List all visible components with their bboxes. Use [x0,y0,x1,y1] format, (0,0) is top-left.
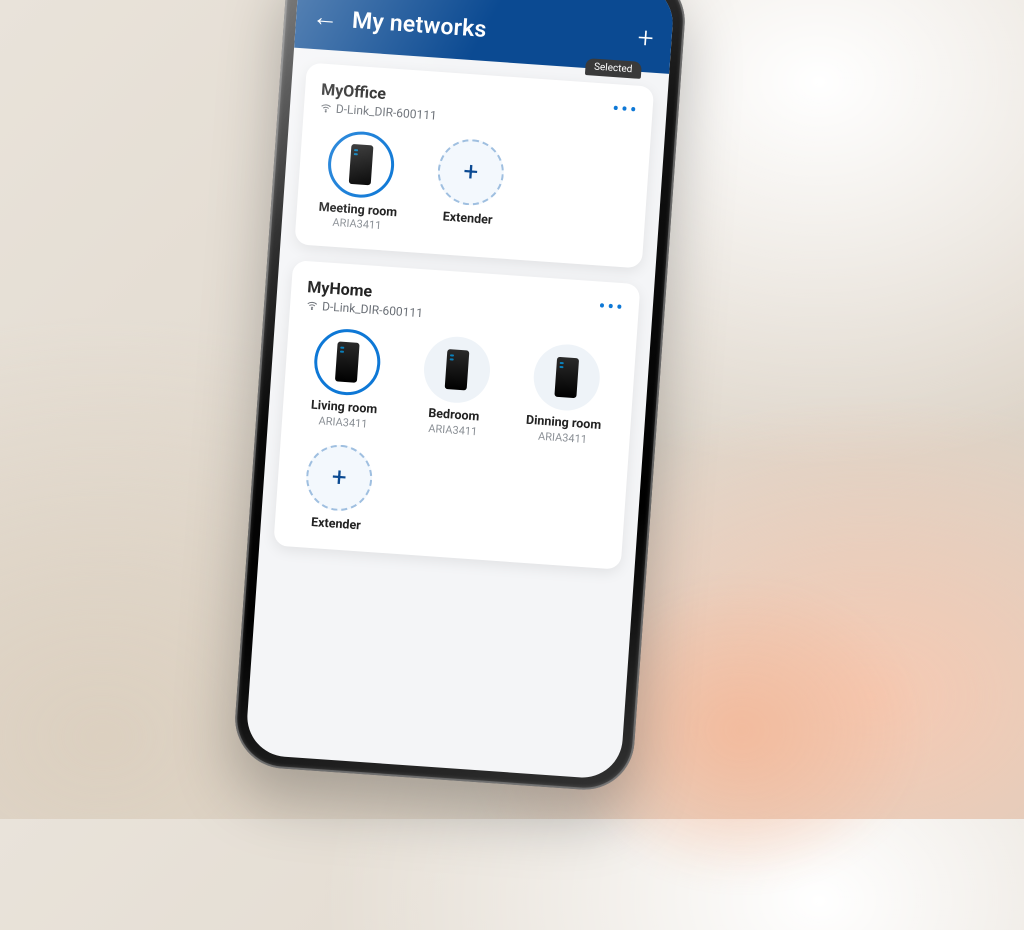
router-icon [349,144,374,185]
device-item[interactable]: Living room ARIA3411 [298,326,395,431]
wifi-icon [320,102,333,115]
router-icon [554,357,579,398]
extender-label: Extender [422,208,513,229]
phone-screen: ← My networks + Selected ••• MyOffice D-… [245,0,676,780]
add-extender-button[interactable]: + Extender [421,136,518,241]
device-grid: Meeting room ARIA3411 + Extender [312,129,634,250]
device-item[interactable]: Dinning room ARIA3411 [517,342,614,447]
more-icon[interactable]: ••• [612,96,640,122]
wifi-icon [306,299,319,312]
extender-label: Extender [291,513,382,534]
phone-mockup: ← My networks + Selected ••• MyOffice D-… [232,0,688,793]
page-title: My networks [351,6,487,42]
device-grid: Living room ARIA3411 Bedroom ARIA3411 [291,326,620,550]
device-ring [531,343,601,413]
back-icon[interactable]: ← [311,4,339,32]
device-ring [312,327,382,397]
content-area: ••• MyOffice D-Link_DIR-600111 Meeting r… [259,48,669,571]
phone-frame: ← My networks + Selected ••• MyOffice D-… [232,0,688,793]
more-icon[interactable]: ••• [598,294,626,320]
device-item[interactable]: Meeting room ARIA3411 [312,129,409,234]
plus-icon: + [304,442,374,512]
router-icon [445,349,470,390]
add-extender-button[interactable]: + Extender [291,442,387,535]
add-network-button[interactable]: + [637,24,655,53]
network-card[interactable]: ••• MyHome D-Link_DIR-600111 Living room… [273,260,640,569]
device-item[interactable]: Bedroom ARIA3411 [407,334,504,439]
device-ring [422,335,492,405]
plus-icon: + [436,137,506,207]
router-icon [335,342,360,383]
network-card[interactable]: ••• MyOffice D-Link_DIR-600111 Meeting r… [294,63,654,269]
device-ring [326,129,396,199]
